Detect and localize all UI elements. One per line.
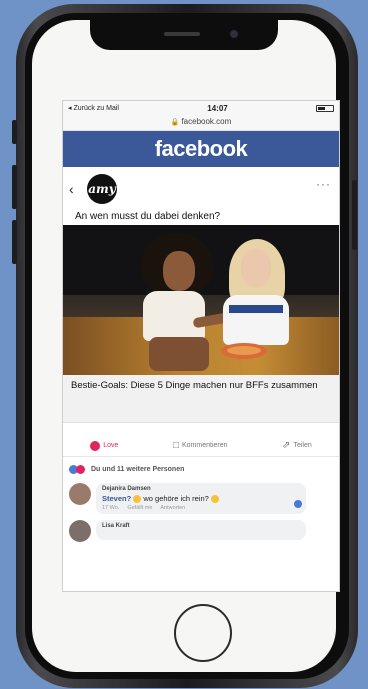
smiley-emoji-icon [133, 495, 142, 504]
comment: Lisa Kraft [63, 516, 339, 546]
comment-icon: □ [172, 440, 179, 451]
back-to-mail-link[interactable]: ◂ Zurück zu Mail [68, 104, 119, 112]
share-icon: ⇗ [282, 440, 291, 451]
comment-bubble: Lisa Kraft [96, 520, 306, 541]
comment-time: 17 Wo. [102, 505, 120, 512]
comment-body: wo gehöre ich rein? [143, 494, 209, 503]
image-person2-stripe [229, 305, 283, 313]
comment-text: Steven? wo gehöre ich rein? [102, 494, 300, 504]
image-person1-face [163, 251, 195, 291]
comment: Dejanira Damsen Steven? wo gehöre ich re… [63, 481, 339, 516]
notch [90, 20, 278, 50]
phone-screen: ◂ Zurück zu Mail 14:07 🔒 facebook.com fac… [62, 100, 340, 592]
comment-bubble: Dejanira Damsen Steven? wo gehöre ich re… [96, 483, 306, 515]
url-text: facebook.com [181, 117, 232, 126]
lock-icon: 🔒 [170, 119, 180, 126]
post-actions: Love □ Kommentieren ⇗ Teilen [63, 423, 339, 457]
comment-meta: 17 Wo. Gefällt mir Antworten [102, 505, 300, 511]
love-reaction-icon [76, 464, 85, 474]
comment-author[interactable]: Lisa Kraft [102, 523, 300, 529]
front-camera [230, 30, 238, 38]
more-options-icon[interactable]: ··· [316, 177, 331, 191]
mute-switch [12, 120, 17, 144]
address-bar[interactable]: 🔒 facebook.com [63, 115, 339, 131]
status-bar: ◂ Zurück zu Mail 14:07 [63, 101, 339, 115]
share-label: Teilen [293, 442, 312, 449]
page-avatar[interactable]: amy [87, 174, 117, 204]
comment-avatar[interactable] [69, 483, 91, 505]
post-header: ‹ amy ··· [63, 167, 339, 211]
facebook-logo[interactable]: facebook [155, 136, 248, 162]
reactions-text: Du und 11 weitere Personen [91, 465, 185, 473]
image-person1-legs [149, 337, 209, 371]
comment-mention[interactable]: Steven? [102, 494, 131, 503]
comment-author[interactable]: Dejanira Damsen [102, 486, 300, 492]
love-reaction-icon [90, 440, 101, 451]
comment-avatar[interactable] [69, 520, 91, 543]
image-person2-body [223, 295, 289, 345]
battery-icon [316, 104, 334, 112]
power-button [352, 180, 357, 250]
home-button[interactable] [174, 604, 232, 662]
image-person1-body [143, 291, 205, 341]
back-arrow-icon[interactable]: ‹ [69, 181, 83, 197]
comment-like-link[interactable]: Gefällt mir [127, 505, 152, 511]
facebook-header: facebook [63, 131, 339, 167]
reactions-summary[interactable]: Du und 11 weitere Personen [63, 457, 339, 481]
post-image[interactable] [63, 225, 339, 375]
love-label: Love [103, 442, 119, 449]
share-button[interactable]: ⇗ Teilen [282, 440, 312, 451]
comment-like-reaction-icon [294, 500, 302, 509]
comment-label: Kommentieren [182, 442, 228, 449]
post-caption: An wen musst du dabei denken? [75, 211, 221, 222]
link-preview[interactable]: Bestie-Goals: Diese 5 Dinge machen nur B… [63, 375, 339, 423]
speaker [164, 32, 200, 36]
volume-up-button [12, 165, 17, 209]
avatar-logo-text: amy [88, 182, 116, 196]
volume-down-button [12, 220, 17, 264]
comment-button[interactable]: □ Kommentieren [173, 440, 228, 451]
comment-reply-link[interactable]: Antworten [160, 505, 185, 511]
image-person2-face [241, 249, 271, 287]
image-pizza [221, 343, 267, 359]
love-button[interactable]: Love [90, 440, 119, 451]
link-title: Bestie-Goals: Diese 5 Dinge machen nur B… [71, 380, 318, 391]
smiley-emoji-icon [210, 495, 219, 504]
clock: 14:07 [207, 103, 228, 113]
